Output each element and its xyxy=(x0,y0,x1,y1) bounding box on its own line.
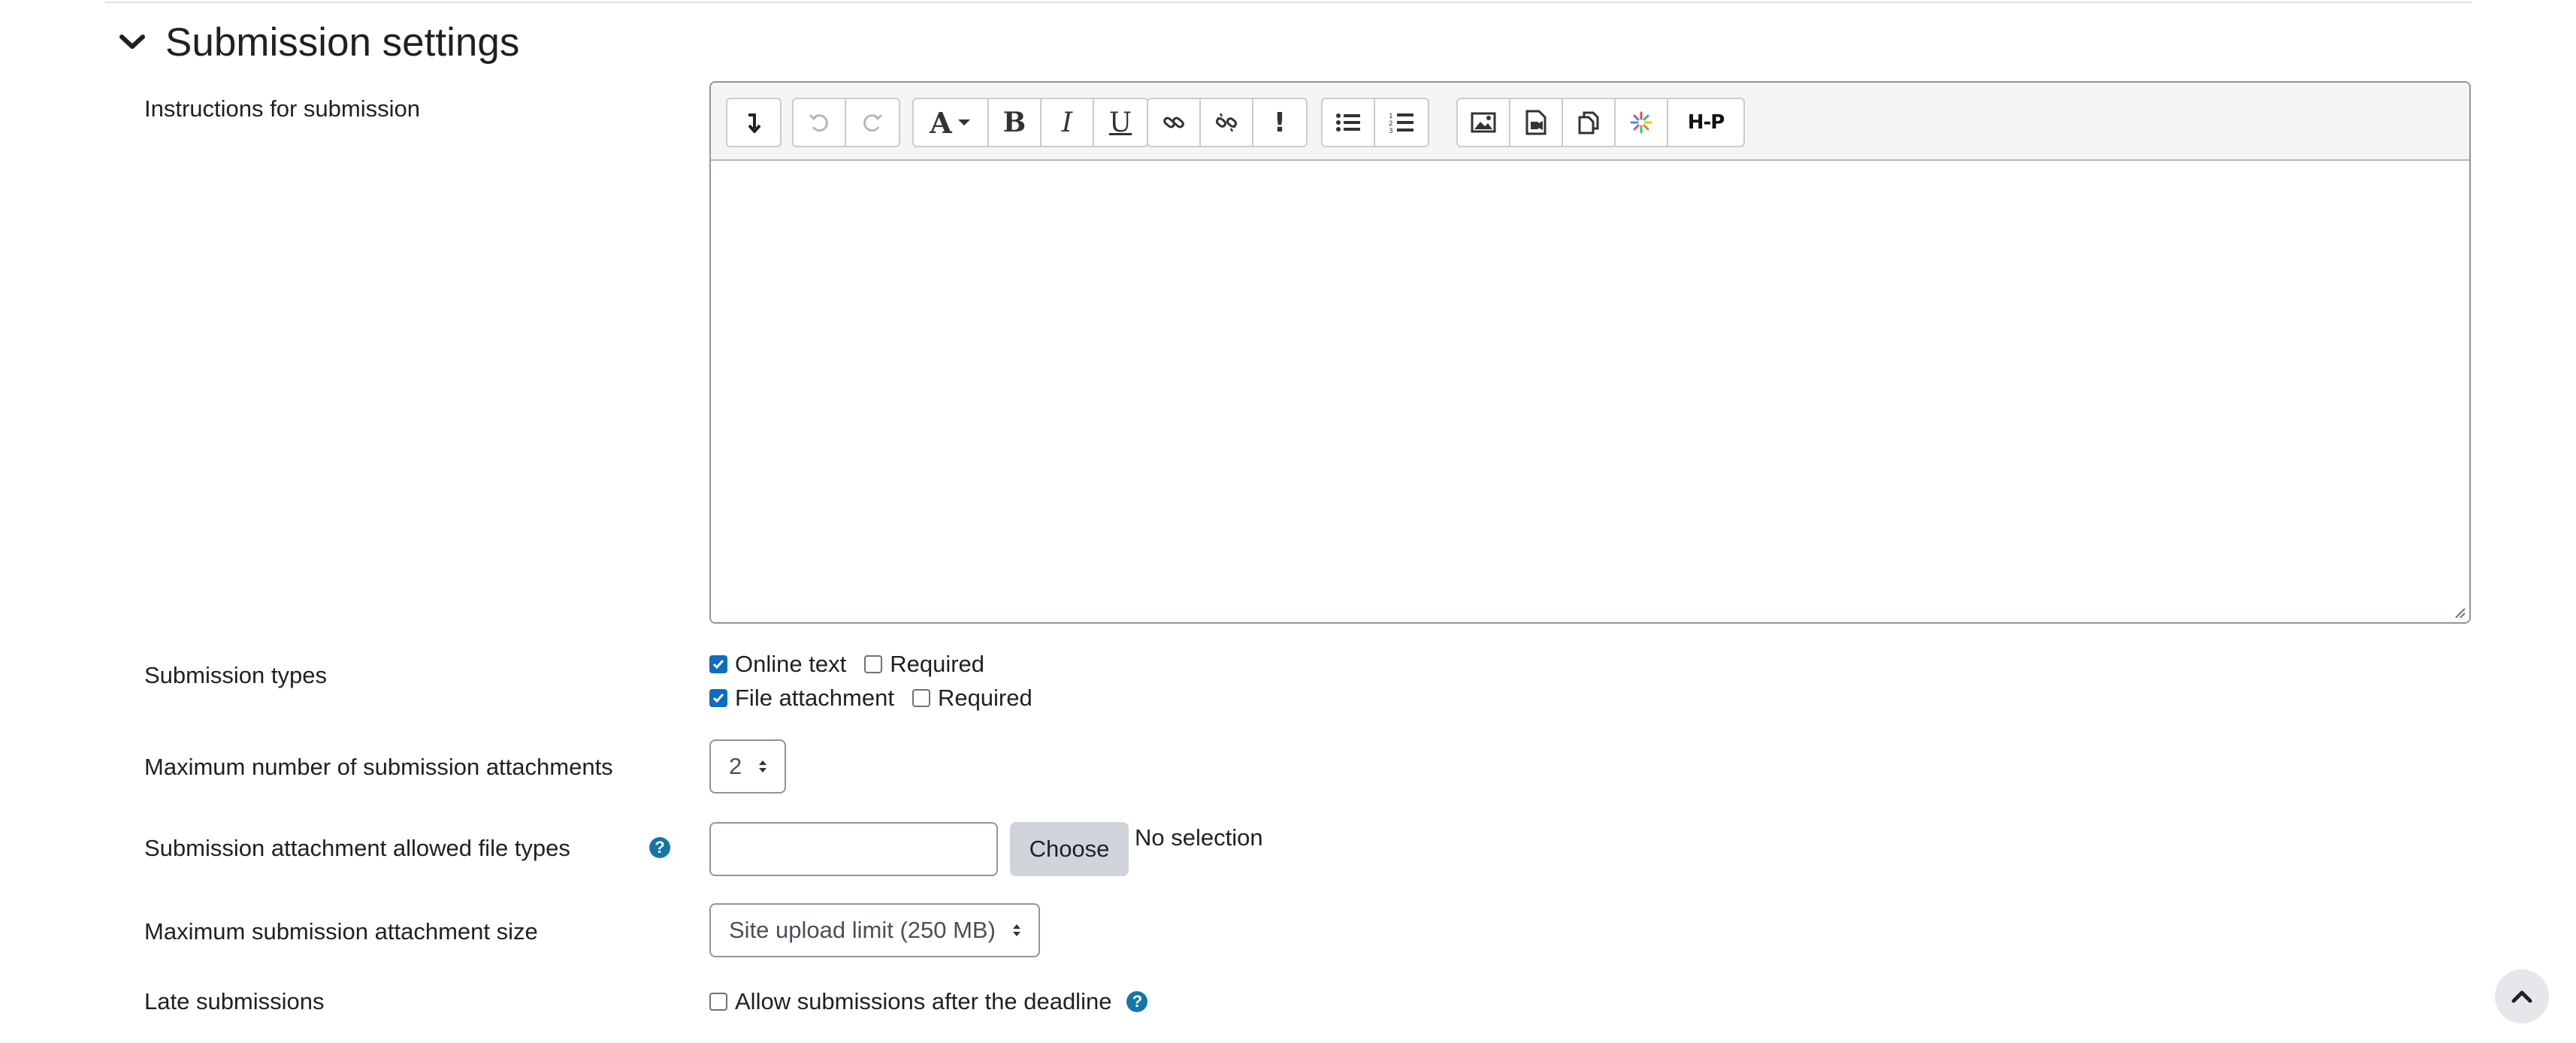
section-divider xyxy=(105,2,2472,3)
h5p-glyph: H-P xyxy=(1687,111,1725,134)
image-icon[interactable] xyxy=(1458,99,1510,146)
allowed-file-types-label: Submission attachment allowed file types xyxy=(144,835,570,861)
link-icon[interactable] xyxy=(1148,99,1201,146)
toolbar-group-lists: 1 2 3 xyxy=(1321,98,1429,147)
h5p-icon[interactable]: H-P xyxy=(1668,99,1743,146)
late-submissions-row: Allow submissions after the deadline ? xyxy=(709,988,1148,1015)
svg-text:2: 2 xyxy=(1389,120,1393,128)
online-text-required-checkbox[interactable] xyxy=(864,655,883,673)
select-caret-icon xyxy=(1013,924,1020,936)
late-submissions-label: Late submissions xyxy=(144,988,325,1014)
file-attachment-row: File attachment Required xyxy=(709,685,1051,712)
instructions-editor[interactable]: A B I U ! 1 2 3 H-P xyxy=(709,81,2471,624)
bold-icon[interactable]: B xyxy=(989,99,1042,146)
chevron-down-icon[interactable] xyxy=(113,23,152,62)
toolbar-group-links: ! xyxy=(1147,98,1308,147)
font-style-icon[interactable]: A xyxy=(914,99,989,146)
toolbar-group-media: H-P xyxy=(1456,98,1745,147)
editor-toolbar: A B I U ! 1 2 3 H-P xyxy=(711,83,2469,161)
allowed-file-types-input[interactable] xyxy=(709,822,998,876)
submission-types-label: Submission types xyxy=(144,662,327,688)
help-icon[interactable]: ? xyxy=(1126,991,1148,1012)
file-attachment-label[interactable]: File attachment xyxy=(735,685,894,712)
bold-glyph: B xyxy=(1002,107,1026,138)
section-title: Submission settings xyxy=(165,20,520,65)
instructions-label: Instructions for submission xyxy=(144,95,420,122)
select-caret-icon xyxy=(759,760,766,772)
unlink-icon[interactable] xyxy=(1201,99,1253,146)
online-text-required-label[interactable]: Required xyxy=(890,651,984,678)
italic-glyph: I xyxy=(1061,107,1073,138)
svg-text:3: 3 xyxy=(1389,128,1393,134)
max-attachment-size-select[interactable]: Site upload limit (250 MB) xyxy=(709,903,1040,957)
numbered-list-icon[interactable]: 1 2 3 xyxy=(1375,99,1428,146)
assignment-settings-page: Submission settings Instructions for sub… xyxy=(0,0,2576,1043)
max-attachment-size-value: Site upload limit (250 MB) xyxy=(729,917,996,943)
undo-icon[interactable] xyxy=(794,99,846,146)
toolbar-group-style: A B I U xyxy=(912,98,1148,147)
recording-icon[interactable] xyxy=(1616,99,1668,146)
max-attachment-size-label: Maximum submission attachment size xyxy=(144,918,538,945)
resize-grip-icon[interactable] xyxy=(2451,604,2466,619)
help-icon[interactable]: ? xyxy=(649,837,670,858)
toolbar-group-more xyxy=(726,98,782,147)
toolbar-group-history xyxy=(792,98,900,147)
file-attachment-required-checkbox[interactable] xyxy=(912,689,930,707)
media-icon[interactable] xyxy=(1510,99,1563,146)
emphasis-glyph: ! xyxy=(1273,107,1286,138)
scroll-to-top-button[interactable] xyxy=(2495,969,2549,1023)
redo-icon[interactable] xyxy=(846,99,899,146)
online-text-row: Online text Required xyxy=(709,651,1002,678)
show-more-icon[interactable] xyxy=(727,99,780,146)
section-header[interactable]: Submission settings xyxy=(113,15,519,69)
emphasis-icon[interactable]: ! xyxy=(1253,99,1306,146)
max-attachments-value: 2 xyxy=(729,753,742,779)
underline-icon[interactable]: U xyxy=(1094,99,1147,146)
max-attachments-label: Maximum number of submission attachments xyxy=(144,754,613,780)
file-attachment-required-label[interactable]: Required xyxy=(938,685,1033,712)
max-attachments-select[interactable]: 2 xyxy=(709,739,786,794)
svg-text:1: 1 xyxy=(1389,113,1393,120)
file-attachment-checkbox[interactable] xyxy=(709,689,727,707)
choose-button[interactable]: Choose xyxy=(1010,822,1129,876)
allow-late-submissions-checkbox[interactable] xyxy=(709,993,727,1011)
selection-status: No selection xyxy=(1135,824,1263,851)
manage-files-icon[interactable] xyxy=(1563,99,1616,146)
italic-icon[interactable]: I xyxy=(1042,99,1094,146)
online-text-label[interactable]: Online text xyxy=(735,651,846,678)
underline-glyph: U xyxy=(1108,107,1132,138)
editor-content-area[interactable] xyxy=(711,161,2469,622)
font-style-glyph: A xyxy=(930,105,952,140)
chevron-up-icon xyxy=(2511,990,2532,1003)
allow-late-submissions-label[interactable]: Allow submissions after the deadline xyxy=(735,988,1111,1015)
bullet-list-icon[interactable] xyxy=(1323,99,1375,146)
online-text-checkbox[interactable] xyxy=(709,655,727,673)
